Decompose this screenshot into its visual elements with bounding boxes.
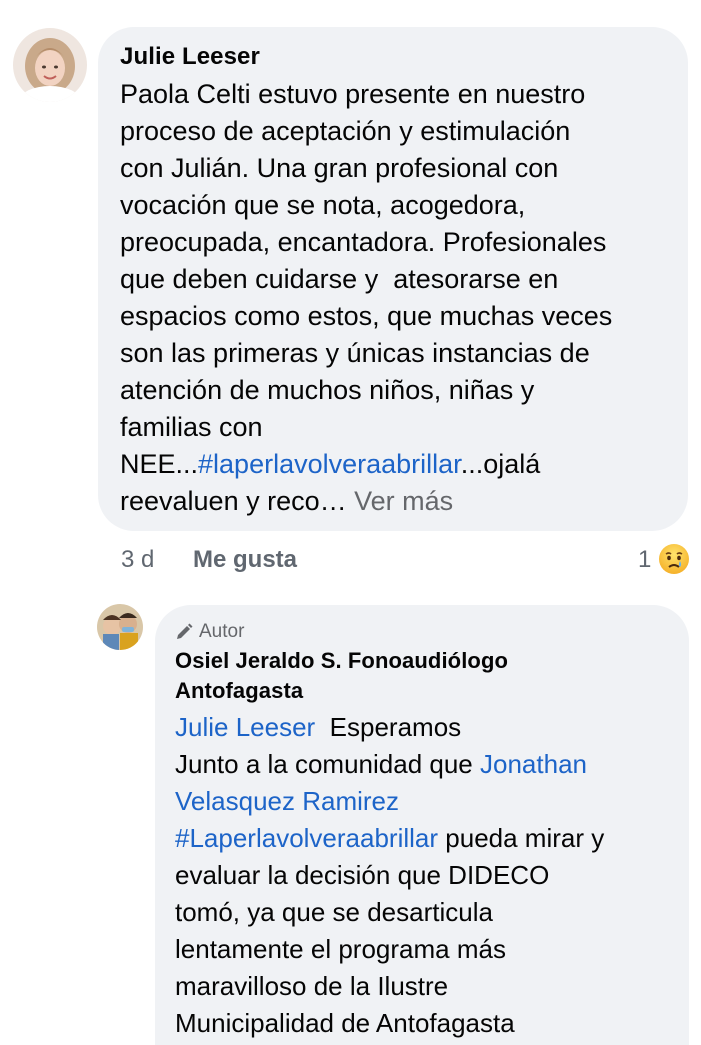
reply-bubble: Autor Osiel Jeraldo S. Fonoaudiólogo Ant… [155, 605, 689, 1045]
comment-bubble: Julie Leeser Paola Celti estuvo presente… [98, 27, 688, 531]
comment-timestamp[interactable]: 3 d [121, 540, 154, 580]
reply-author-name[interactable]: Osiel Jeraldo S. Fonoaudiólogo Antofagas… [175, 646, 675, 706]
see-more-link[interactable]: Ver más [347, 486, 453, 516]
reply-text: Julie Leeser Esperamos Junto a la comuni… [175, 709, 675, 1042]
hashtag-link[interactable]: #laperlavolveraabrillar [198, 449, 461, 479]
like-button[interactable]: Me gusta [193, 540, 297, 580]
comment-text-part: Paola Celti estuvo presente en nuestro p… [120, 79, 613, 479]
pencil-icon [177, 623, 193, 639]
reply-text-part: pueda mirar y evaluar la decisión que DI… [175, 823, 605, 1038]
comment-author-name[interactable]: Julie Leeser [120, 42, 668, 72]
reaction-count[interactable]: 1 [638, 540, 651, 580]
reply-author-name-line: Antofagasta [175, 678, 304, 703]
commenter-avatar[interactable] [13, 28, 87, 102]
author-badge: Autor [175, 620, 675, 644]
mention-link[interactable]: Julie Leeser [175, 712, 315, 742]
reply-author-name-line: Osiel Jeraldo S. Fonoaudiólogo [175, 648, 509, 673]
sad-crying-emoji-icon[interactable] [658, 543, 690, 575]
reply-author-avatar[interactable] [97, 604, 143, 650]
hashtag-link[interactable]: #Laperlavolveraabrillar [175, 823, 438, 853]
comment-text: Paola Celti estuvo presente en nuestro p… [120, 76, 668, 520]
author-badge-label: Autor [199, 621, 245, 642]
